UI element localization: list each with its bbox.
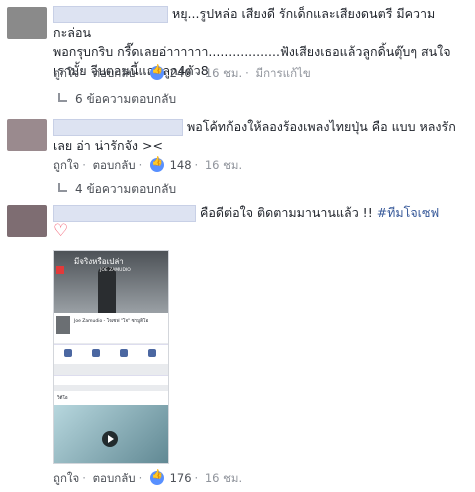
reply-link[interactable]: ตอบกลับ xyxy=(93,158,136,172)
reply-link[interactable]: ตอบกลับ xyxy=(93,471,136,485)
video-section: วิดีโอ xyxy=(54,391,168,463)
red-sign xyxy=(56,266,64,274)
like-link[interactable]: ถูกใจ xyxy=(53,158,79,172)
share-icon xyxy=(120,349,128,357)
avatar[interactable] xyxy=(7,205,47,237)
play-icon xyxy=(102,431,118,447)
person-figure xyxy=(98,267,116,313)
cover-photo: มีจริงหรือเปล่า JOE ZAMUDIO xyxy=(54,251,168,313)
like-icon xyxy=(149,470,164,485)
video-label: วิดีโอ xyxy=(57,396,68,401)
reply-arrow-icon xyxy=(58,183,67,192)
comment-text: พอโค้ทก้องให้ลองร้องเพลงไทยปุ่น คือ แบบ … xyxy=(53,119,456,153)
timestamp[interactable]: 16 ชม. xyxy=(205,66,242,80)
edited-label[interactable]: มีการแก้ไข xyxy=(255,66,310,80)
more-icon xyxy=(148,349,156,357)
view-replies[interactable]: 4 ข้อความตอบกลับ xyxy=(58,180,176,199)
like-icon xyxy=(149,65,164,80)
author-name[interactable] xyxy=(53,6,168,23)
cover-title: มีจริงหรือเปล่า xyxy=(74,257,124,266)
comment-actions: ถูกใจ· ตอบกลับ· 240· 16 ชม.· มีการแก้ไข xyxy=(53,65,311,83)
like-count[interactable]: 176 xyxy=(170,471,192,485)
like-page-icon xyxy=(64,349,72,357)
avatar[interactable] xyxy=(7,119,47,151)
timestamp[interactable]: 16 ชม. xyxy=(205,158,242,172)
author-name[interactable] xyxy=(53,205,196,222)
profile-header: Joe Zamudio - โจเซฟ "โจ" ซามูดิโอ xyxy=(54,313,168,343)
profile-name: Joe Zamudio - โจเซฟ "โจ" ซามูดิโอ xyxy=(74,319,149,324)
view-replies[interactable]: 6 ข้อความตอบกลับ xyxy=(58,90,176,109)
video-thumbnail xyxy=(54,405,168,463)
attached-image[interactable]: มีจริงหรือเปล่า JOE ZAMUDIO Joe Zamudio … xyxy=(53,250,169,464)
like-count[interactable]: 240 xyxy=(170,66,192,80)
timestamp[interactable]: 16 ชม. xyxy=(205,471,242,485)
hashtag-link[interactable]: #ทีมโจเซฟ xyxy=(377,205,440,220)
like-link[interactable]: ถูกใจ xyxy=(53,66,79,80)
reply-link[interactable]: ตอบกลับ xyxy=(93,66,136,80)
page-tabs xyxy=(54,375,168,385)
like-link[interactable]: ถูกใจ xyxy=(53,471,79,485)
comment-text: คือดีต่อใจ ติดตามมานานแล้ว !! #ทีมโจเซฟ … xyxy=(53,205,440,241)
author-name[interactable] xyxy=(53,119,183,136)
avatar[interactable] xyxy=(7,7,47,39)
page-action-row xyxy=(54,344,168,364)
follow-icon xyxy=(92,349,100,357)
heart-icon: ♡ xyxy=(53,221,69,241)
like-count[interactable]: 148 xyxy=(170,158,192,172)
cover-subtitle: JOE ZAMUDIO xyxy=(100,268,131,273)
reply-arrow-icon xyxy=(58,93,67,102)
comment-actions: ถูกใจ· ตอบกลับ· 176· 16 ชม. xyxy=(53,470,242,488)
like-icon xyxy=(149,157,164,172)
profile-picture xyxy=(56,316,70,334)
comment-actions: ถูกใจ· ตอบกลับ· 148· 16 ชม. xyxy=(53,157,242,175)
